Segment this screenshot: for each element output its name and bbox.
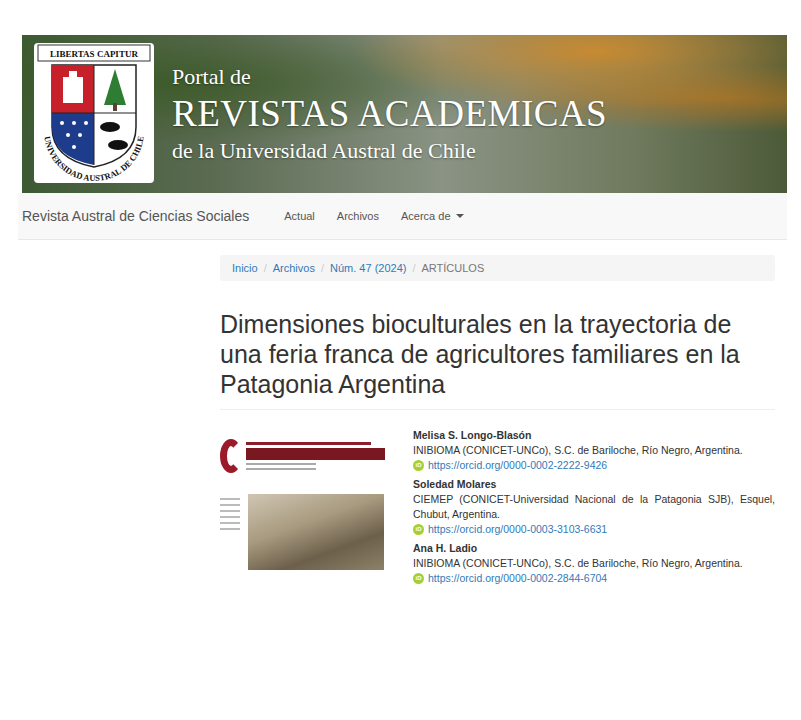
author: Soledad MolaresCIEMEP (CONICET-Universid… <box>413 477 775 537</box>
breadcrumb-separator: / <box>315 262 330 274</box>
banner-subtitle: Portal de <box>172 62 607 92</box>
banner-title: REVISTAS ACADEMICAS <box>172 92 607 136</box>
orcid-icon: iD <box>413 524 424 535</box>
breadcrumb: Inicio/Archivos/Núm. 47 (2024)/ARTÍCULOS <box>220 255 775 281</box>
banner: LIBERTAS CAPITUR UNIVERSIDAD AUSTRAL DE C… <box>22 35 787 193</box>
cover-image[interactable] <box>220 428 385 570</box>
nav-item[interactable]: Archivos <box>326 210 390 222</box>
author: Melisa S. Longo-BlasónINIBIOMA (CONICET-… <box>413 428 775 473</box>
nav-item[interactable]: Acerca de <box>390 210 475 222</box>
article-title: Dimensiones bioculturales en la trayecto… <box>220 309 775 399</box>
orcid-icon: iD <box>413 460 424 471</box>
author-name: Ana H. Ladio <box>413 541 775 556</box>
authors: Melisa S. Longo-BlasónINIBIOMA (CONICET-… <box>413 428 775 586</box>
breadcrumb-item: ARTÍCULOS <box>422 262 485 274</box>
author-affiliation: CIEMEP (CONICET-Universidad Nacional de … <box>413 492 775 522</box>
breadcrumb-item[interactable]: Núm. 47 (2024) <box>330 262 406 274</box>
author: Ana H. LadioINIBIOMA (CONICET-UNCo), S.C… <box>413 541 775 586</box>
orcid-link[interactable]: https://orcid.org/0000-0002-2222-9426 <box>428 458 607 473</box>
author-name: Melisa S. Longo-Blasón <box>413 428 775 443</box>
university-seal-icon[interactable]: LIBERTAS CAPITUR UNIVERSIDAD AUSTRAL DE C… <box>30 41 158 187</box>
page: LIBERTAS CAPITUR UNIVERSIDAD AUSTRAL DE C… <box>0 0 801 720</box>
breadcrumb-item[interactable]: Archivos <box>273 262 315 274</box>
author-name: Soledad Molares <box>413 477 775 492</box>
brand-link[interactable]: Revista Austral de Ciencias Sociales <box>22 208 249 224</box>
author-affiliation: INIBIOMA (CONICET-UNCo), S.C. de Bariloc… <box>413 556 775 571</box>
seal-text: UNIVERSIDAD AUSTRAL DE CHILE <box>42 135 146 183</box>
breadcrumb-item[interactable]: Inicio <box>232 262 258 274</box>
orcid-link[interactable]: https://orcid.org/0000-0002-2844-6704 <box>428 571 607 586</box>
orcid-icon: iD <box>413 573 424 584</box>
author-affiliation: INIBIOMA (CONICET-UNCo), S.C. de Bariloc… <box>413 443 775 458</box>
breadcrumb-separator: / <box>258 262 273 274</box>
nav-item[interactable]: Actual <box>273 210 326 222</box>
breadcrumb-separator: / <box>406 262 421 274</box>
navbar: Revista Austral de Ciencias Sociales Actu… <box>18 193 787 240</box>
banner-university: de la Universidad Austral de Chile <box>172 136 607 166</box>
caret-icon <box>456 214 464 218</box>
divider <box>220 409 775 410</box>
orcid-link[interactable]: https://orcid.org/0000-0003-3103-6631 <box>428 522 607 537</box>
motto: LIBERTAS CAPITUR <box>50 49 138 59</box>
